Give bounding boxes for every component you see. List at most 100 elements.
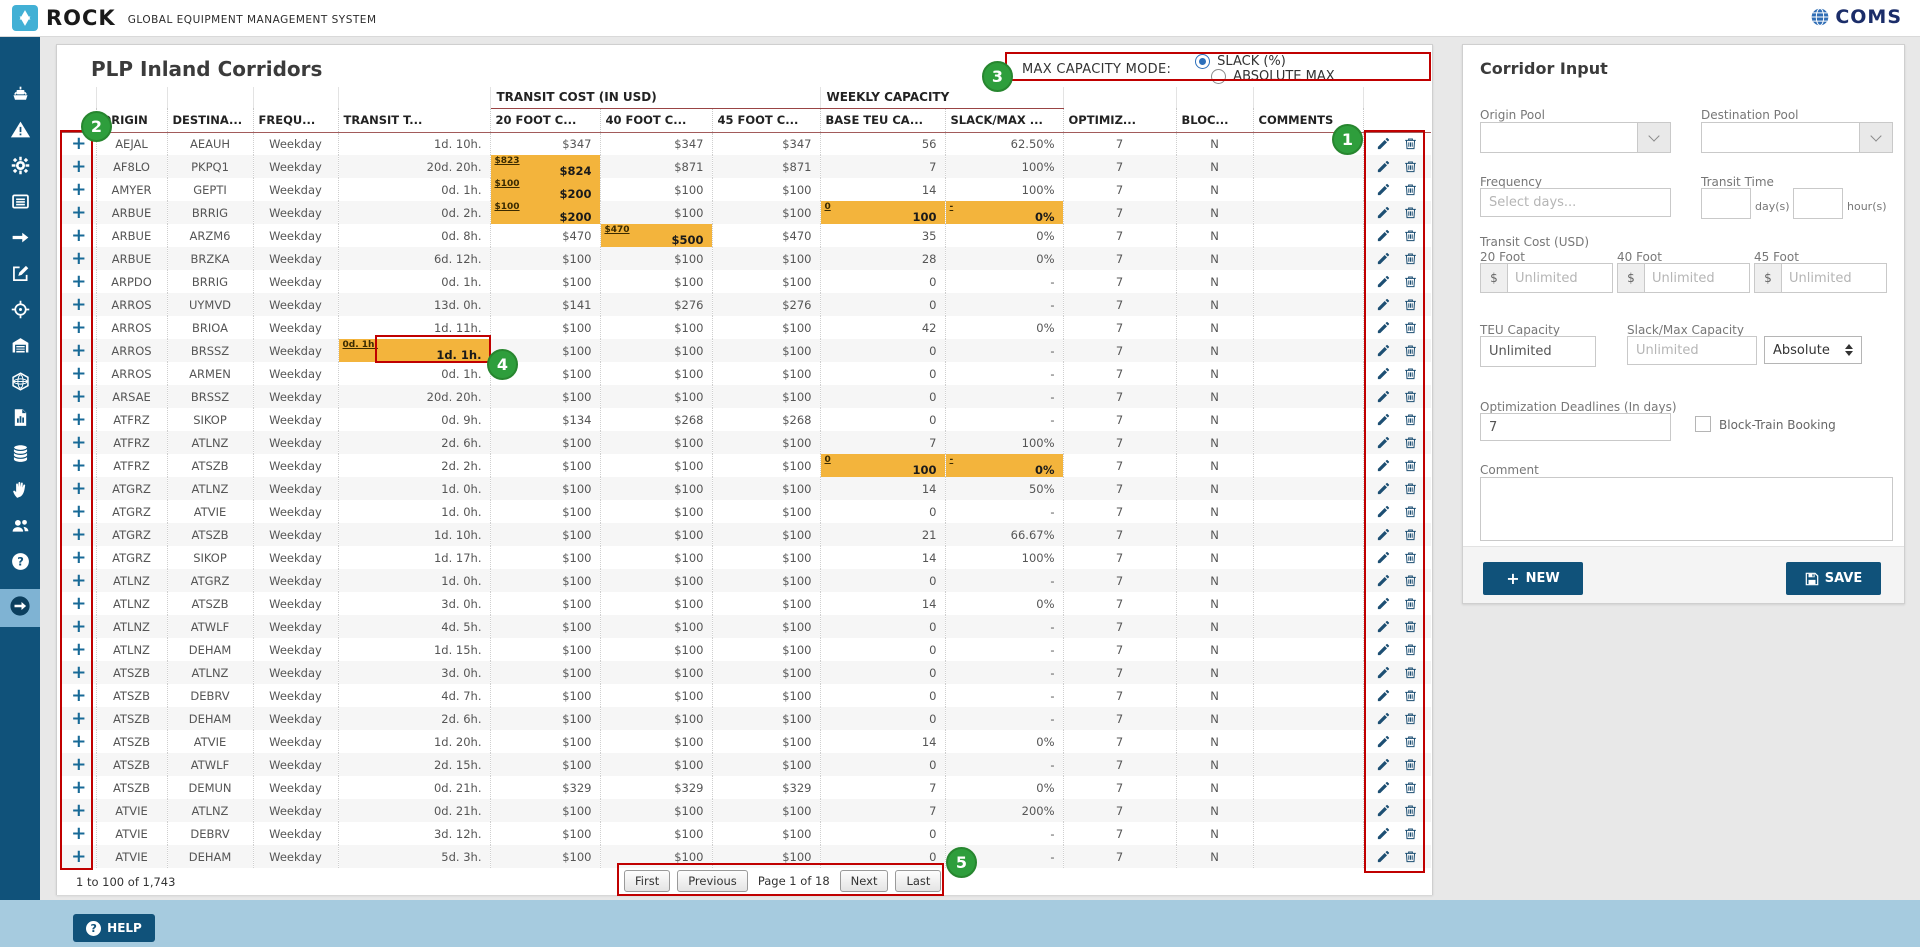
edit-row-button[interactable]: [1376, 205, 1391, 220]
edit-row-button[interactable]: [1376, 780, 1391, 795]
edit-row-button[interactable]: [1376, 504, 1391, 519]
sidebar-item-edit[interactable]: [0, 257, 40, 293]
delete-row-button[interactable]: [1403, 481, 1418, 496]
add-row-button[interactable]: +: [62, 224, 96, 247]
delete-row-button[interactable]: [1403, 688, 1418, 703]
delete-row-button[interactable]: [1403, 274, 1418, 289]
next-page-button[interactable]: Next: [840, 870, 889, 892]
edit-row-button[interactable]: [1376, 826, 1391, 841]
edit-row-button[interactable]: [1376, 688, 1391, 703]
sidebar-item-data[interactable]: [0, 437, 40, 473]
edit-row-button[interactable]: [1376, 182, 1391, 197]
cost-40ft-input[interactable]: [1644, 263, 1750, 293]
delete-row-button[interactable]: [1403, 803, 1418, 818]
optimization-deadlines-input[interactable]: [1480, 413, 1671, 441]
delete-row-button[interactable]: [1403, 619, 1418, 634]
add-row-button[interactable]: +: [62, 845, 96, 868]
add-row-button[interactable]: +: [62, 753, 96, 776]
add-row-button[interactable]: +: [62, 454, 96, 477]
previous-page-button[interactable]: Previous: [677, 870, 748, 892]
radio-icon[interactable]: [1195, 54, 1210, 69]
edit-row-button[interactable]: [1376, 665, 1391, 680]
comment-textarea[interactable]: [1480, 477, 1893, 541]
chevron-down-icon[interactable]: [1859, 123, 1892, 152]
previous-value[interactable]: 0: [825, 455, 831, 465]
first-page-button[interactable]: First: [624, 870, 670, 892]
add-row-button[interactable]: +: [62, 362, 96, 385]
add-row-button[interactable]: +: [62, 339, 96, 362]
delete-row-button[interactable]: [1403, 504, 1418, 519]
edit-row-button[interactable]: [1376, 757, 1391, 772]
sidebar-item-flows[interactable]: [0, 221, 40, 257]
previous-value[interactable]: $823: [495, 156, 520, 166]
slack-mode-select[interactable]: Absolute: [1764, 336, 1862, 364]
add-row-button[interactable]: +: [62, 500, 96, 523]
delete-row-button[interactable]: [1403, 780, 1418, 795]
block-train-checkbox[interactable]: [1695, 416, 1711, 432]
delete-row-button[interactable]: [1403, 826, 1418, 841]
frequency-input[interactable]: [1480, 188, 1671, 217]
edit-row-button[interactable]: [1376, 435, 1391, 450]
slack-max-input[interactable]: [1627, 336, 1757, 365]
sidebar-item-vessel[interactable]: [0, 77, 40, 113]
edit-row-button[interactable]: [1376, 228, 1391, 243]
add-row-button[interactable]: +: [62, 201, 96, 224]
add-row-button[interactable]: +: [62, 523, 96, 546]
edit-row-button[interactable]: [1376, 251, 1391, 266]
sidebar-item-network[interactable]: [0, 365, 40, 401]
delete-row-button[interactable]: [1403, 343, 1418, 358]
edit-row-button[interactable]: [1376, 136, 1391, 151]
delete-row-button[interactable]: [1403, 136, 1418, 151]
previous-value[interactable]: -: [950, 202, 954, 212]
edit-row-button[interactable]: [1376, 159, 1391, 174]
edit-row-button[interactable]: [1376, 596, 1391, 611]
edit-row-button[interactable]: [1376, 481, 1391, 496]
previous-value[interactable]: -: [950, 455, 954, 465]
origin-pool-select[interactable]: [1480, 122, 1671, 153]
sidebar-item-depot[interactable]: [0, 329, 40, 365]
sidebar-item-help[interactable]: ?: [0, 545, 40, 581]
delete-row-button[interactable]: [1403, 711, 1418, 726]
delete-row-button[interactable]: [1403, 573, 1418, 588]
add-row-button[interactable]: +: [62, 776, 96, 799]
edit-row-button[interactable]: [1376, 734, 1391, 749]
delete-row-button[interactable]: [1403, 527, 1418, 542]
edit-row-button[interactable]: [1376, 274, 1391, 289]
delete-row-button[interactable]: [1403, 205, 1418, 220]
sidebar-item-manual[interactable]: [0, 473, 40, 509]
sidebar-item-active[interactable]: [0, 589, 40, 627]
edit-row-button[interactable]: [1376, 389, 1391, 404]
save-button[interactable]: SAVE: [1786, 562, 1881, 595]
edit-row-button[interactable]: [1376, 297, 1391, 312]
previous-value[interactable]: $470: [605, 225, 630, 235]
delete-row-button[interactable]: [1403, 734, 1418, 749]
add-row-button[interactable]: +: [62, 569, 96, 592]
add-row-button[interactable]: +: [62, 270, 96, 293]
previous-value[interactable]: 0d. 1h.: [343, 340, 378, 350]
sidebar-item-tracking[interactable]: [0, 293, 40, 329]
mode-option-slack[interactable]: SLACK (%): [1195, 54, 1334, 69]
add-row-button[interactable]: +: [62, 822, 96, 845]
add-row-button[interactable]: +: [62, 638, 96, 661]
add-row-button[interactable]: +: [62, 592, 96, 615]
new-button[interactable]: + NEW: [1483, 562, 1583, 595]
destination-pool-select[interactable]: [1701, 122, 1893, 153]
add-row-button[interactable]: +: [62, 799, 96, 822]
delete-row-button[interactable]: [1403, 458, 1418, 473]
edit-row-button[interactable]: [1376, 619, 1391, 634]
delete-row-button[interactable]: [1403, 251, 1418, 266]
edit-row-button[interactable]: [1376, 550, 1391, 565]
delete-row-button[interactable]: [1403, 320, 1418, 335]
delete-row-button[interactable]: [1403, 550, 1418, 565]
edit-row-button[interactable]: [1376, 412, 1391, 427]
delete-row-button[interactable]: [1403, 849, 1418, 864]
help-button[interactable]: ? HELP: [73, 914, 155, 942]
add-row-button[interactable]: +: [62, 730, 96, 753]
add-row-button[interactable]: +: [62, 247, 96, 270]
edit-row-button[interactable]: [1376, 711, 1391, 726]
add-row-button[interactable]: +: [62, 661, 96, 684]
delete-row-button[interactable]: [1403, 665, 1418, 680]
delete-row-button[interactable]: [1403, 757, 1418, 772]
delete-row-button[interactable]: [1403, 412, 1418, 427]
add-row-button[interactable]: +: [62, 155, 96, 178]
